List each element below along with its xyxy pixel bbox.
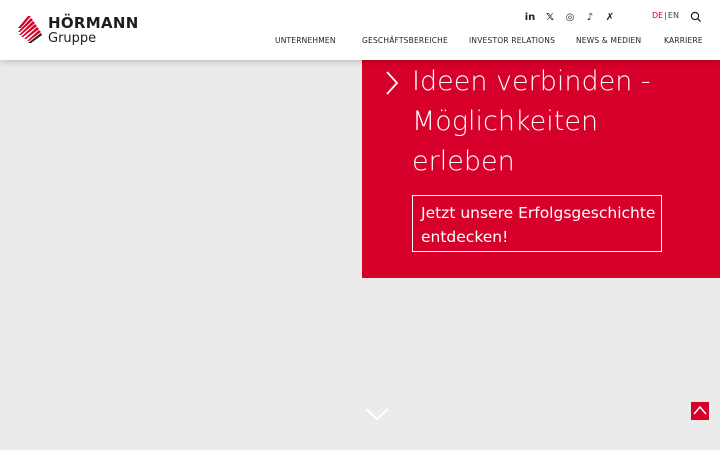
hero-panel: Ideen verbinden - Möglichkeiten erleben …	[362, 60, 720, 278]
nav-item-investor-relations[interactable]: INVESTOR RELATIONS	[469, 36, 555, 45]
chevron-right-icon	[386, 71, 399, 95]
search-icon[interactable]	[690, 11, 702, 23]
instagram-icon[interactable]: ◎	[560, 10, 580, 24]
social-links: in 𝕏 ◎ ♪ ✗	[520, 10, 620, 24]
site-header: HÖRMANN Gruppe in 𝕏 ◎ ♪ ✗ DE|EN UNTERNEH…	[0, 0, 720, 60]
linkedin-icon[interactable]: in	[520, 10, 540, 24]
lang-de-link[interactable]: DE	[652, 11, 663, 20]
nav-item-karriere[interactable]: KARRIERE	[664, 36, 703, 45]
nav-item-news-medien[interactable]: NEWS & MEDIEN	[576, 36, 641, 45]
tiktok-icon[interactable]: ♪	[580, 10, 600, 24]
x-twitter-icon[interactable]: 𝕏	[540, 10, 560, 24]
brand-name: HÖRMANN	[48, 14, 139, 32]
cta-line: entdecken!	[421, 228, 509, 246]
language-switcher: DE|EN	[652, 11, 679, 20]
scroll-down-chevron-icon[interactable]	[364, 406, 390, 422]
success-story-button[interactable]: Jetzt unsere Erfolgsgeschichte entdecken…	[412, 195, 662, 252]
back-to-top-button[interactable]	[691, 402, 709, 420]
cta-line: Jetzt unsere Erfolgsgeschichte	[421, 204, 656, 222]
hero-title-line: Ideen verbinden -	[412, 66, 651, 97]
xing-icon[interactable]: ✗	[600, 10, 620, 24]
hero-title: Ideen verbinden - Möglichkeiten erleben	[412, 62, 712, 182]
nav-item-geschaeftsbereiche[interactable]: GESCHÄFTSBEREICHE	[362, 36, 448, 45]
main-nav: UNTERNEHMEN GESCHÄFTSBEREICHE INVESTOR R…	[0, 36, 720, 48]
nav-item-unternehmen[interactable]: UNTERNEHMEN	[275, 36, 336, 45]
hero-title-line: Möglichkeiten	[412, 106, 599, 137]
arrow-up-icon	[693, 405, 707, 415]
hero-title-line: erleben	[412, 146, 515, 177]
lang-en-link[interactable]: EN	[668, 11, 679, 20]
lang-separator: |	[664, 11, 667, 20]
